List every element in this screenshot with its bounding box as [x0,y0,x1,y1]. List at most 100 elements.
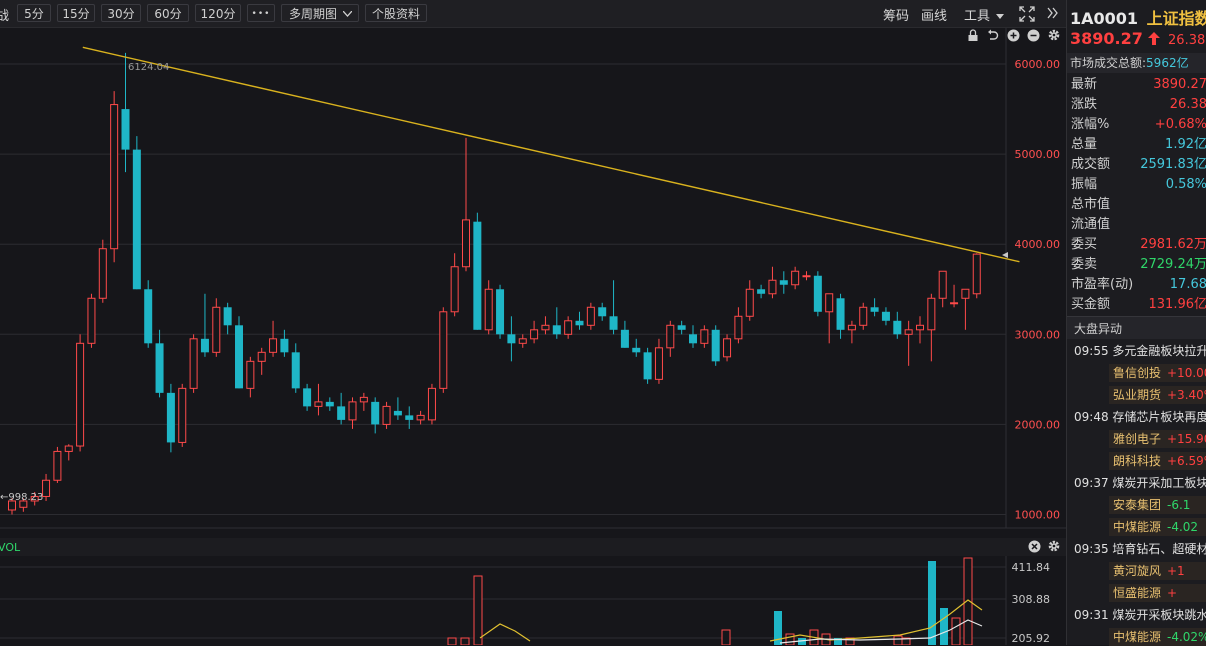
candle-body-down [496,289,504,334]
quote-row: 涨幅%+0.68% [1067,115,1206,135]
event-stock-item[interactable]: 恒盛能源+ [1109,584,1206,602]
double-chevron-right-icon[interactable] [1047,7,1059,19]
candle-body-down [507,334,515,343]
stock-info-button[interactable]: 个股资料 [365,4,427,22]
candle-body-down [167,393,175,443]
event-stock-pct: -4.02 [1167,518,1198,536]
settings-gear-icon[interactable] [1047,28,1061,42]
current-price-marker-icon [1002,252,1008,258]
volume-indicator-label: VOL [0,541,21,554]
volume-axis-labels: 411.84308.88205.92 [1012,561,1051,645]
event-stock-item[interactable]: 中煤能源-4.02% [1109,628,1206,646]
candle [951,285,958,308]
volume-settings-gear-icon[interactable] [1047,539,1061,553]
kline-chart[interactable]: 6000.005000.004000.003000.002000.001000.… [0,28,1066,538]
event-stock-name: 朗科科技 [1113,452,1161,470]
draw-line-button[interactable]: 画线 [921,5,947,24]
event-stock-item[interactable]: 安泰集团-6.1 [1109,496,1206,514]
quote-row-label: 涨幅% [1071,115,1109,135]
chevron-down-icon [343,11,352,17]
candle-body-down [632,348,640,353]
period-60min-button[interactable]: 60分 [147,4,189,22]
market-move-event[interactable]: 09:37 煤炭开采加工板块 [1074,474,1206,491]
period-5min-button[interactable]: 5分 [17,4,51,22]
price-change: 26.38 [1168,33,1205,48]
quote-row-value: 0.58% [1166,175,1206,195]
event-stock-pct: + [1167,584,1177,602]
volume-header-bar [0,538,1066,556]
market-turnover-bar: 市场成交总额:5962亿 [1067,53,1206,73]
quote-row: 总市值 [1067,195,1206,215]
period-120min-button[interactable]: 120分 [195,4,241,22]
undo-icon[interactable] [987,29,999,42]
candle-body-down [678,325,686,330]
candle-body-down [133,150,141,290]
candle [928,294,935,362]
candle-body-up [213,307,220,352]
event-text: 煤炭开采板块跳水 [1112,608,1206,622]
event-stock-item[interactable]: 朗科科技+6.59% [1109,452,1206,470]
event-stock-item[interactable]: 黄河旋风+1 [1109,562,1206,580]
candle [882,307,890,325]
more-periods-button[interactable]: ••• [247,4,275,22]
chart-grid [0,64,1006,514]
event-text: 培育钻石、超硬材 [1112,542,1206,556]
candle-body-down [337,406,345,420]
zoom-in-icon[interactable] [1007,29,1020,42]
candle [463,138,470,271]
quote-row-value: 2729.24万 [1140,255,1206,275]
market-move-event[interactable]: 09:35 培育钻石、超硬材 [1074,540,1206,557]
volume-tick-label: 205.92 [1012,632,1051,645]
event-stock-item[interactable]: 鲁信创投+10.00% [1109,364,1206,382]
lock-icon[interactable] [967,29,979,42]
candle-body-up [383,406,390,424]
candle [451,253,458,316]
tools-label: 工具 [964,9,990,24]
quote-row: 委买2981.62万 [1067,235,1206,255]
multi-period-dropdown[interactable]: 多周期图 [281,4,359,22]
quote-row: 最新3890.27 [1067,75,1206,95]
candle [428,384,435,425]
candle [973,253,980,298]
market-move-event[interactable]: 09:55 多元金融板块拉升 [1074,342,1206,359]
quote-row-label: 总市值 [1071,195,1110,215]
event-stock-pct: +10.00% [1167,364,1206,382]
period-15min-button[interactable]: 15分 [57,4,95,22]
candle-body-down [303,388,311,406]
current-price: 3890.27 [1070,29,1143,48]
volume-chart[interactable]: VOL 411.84308.88205.92 [0,538,1066,645]
period-30min-button[interactable]: 30分 [101,4,141,22]
candle [678,321,686,335]
chips-button[interactable]: 筹码 [883,5,909,24]
tools-menu-button[interactable]: 工具 [964,5,1004,24]
candle-body-down [712,330,720,362]
close-panel-icon[interactable] [1028,540,1041,553]
candle [689,325,697,348]
candle [576,312,584,330]
candle [213,298,220,357]
volume-bar-up [952,618,960,645]
quote-row: 振幅0.58% [1067,175,1206,195]
candle [440,307,447,393]
market-move-event[interactable]: 09:48 存储芯片板块再度 [1074,408,1206,425]
candle-body-up [792,271,799,285]
candle-body-down [405,415,413,420]
fullscreen-icon[interactable] [1019,6,1035,22]
event-stock-item[interactable]: 弘业期货+3.40% [1109,386,1206,404]
multi-period-label: 多周期图 [289,7,337,21]
candle [814,271,822,316]
peak-label: 6124.04 [128,62,169,73]
event-time: 09:35 [1074,542,1112,556]
candle [485,280,492,334]
quote-row: 委卖2729.24万 [1067,255,1206,275]
candle-body-up [826,294,833,312]
candle [860,303,867,330]
volume-bar-up [786,634,794,645]
candle-body-down [837,298,845,330]
candle-body-up [258,352,265,361]
market-move-event[interactable]: 09:31 煤炭开采板块跳水 [1074,606,1206,623]
event-stock-item[interactable]: 雅创电子+15.90% [1109,430,1206,448]
event-stock-item[interactable]: 中煤能源-4.02 [1109,518,1206,536]
zoom-out-icon[interactable] [1027,29,1040,42]
candle [167,384,175,452]
